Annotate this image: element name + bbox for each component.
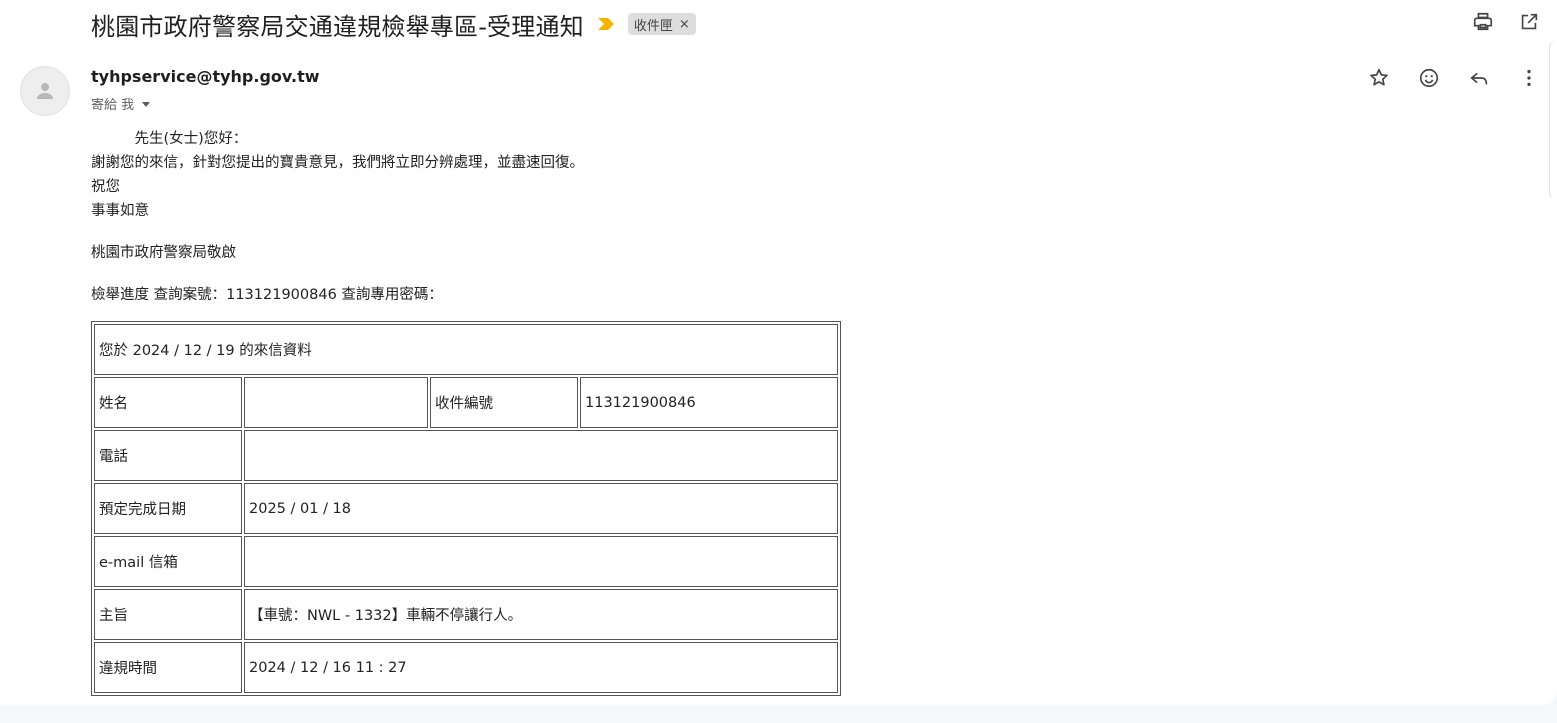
star-icon[interactable] <box>1367 66 1391 90</box>
inbox-label-chip[interactable]: 收件匣 × <box>627 13 696 35</box>
phone-label: 電話 <box>94 430 242 481</box>
email-view: 桃園市政府警察局交通違規檢舉專區-受理通知 收件匣 × tyhpservice@… <box>0 0 1557 705</box>
phone-value <box>244 430 838 481</box>
progress-line: 檢舉進度 查詢案號：113121900846 查詢專用密碼： <box>91 287 443 303</box>
message-actions <box>1367 66 1541 90</box>
emoji-reaction-icon[interactable] <box>1417 66 1441 90</box>
open-in-new-window-icon[interactable] <box>1517 10 1541 34</box>
table-header: 您於 2024 / 12 / 19 的來信資料 <box>94 324 838 375</box>
top-actions <box>1471 10 1541 34</box>
name-label: 姓名 <box>94 377 242 428</box>
due-label: 預定完成日期 <box>94 483 242 534</box>
reply-icon[interactable] <box>1467 66 1491 90</box>
avatar[interactable] <box>20 66 70 116</box>
table-row: 違規時間 2024 / 12 / 16 11 : 27 <box>94 642 838 693</box>
sender-email[interactable]: tyhpservice@tyhp.gov.tw <box>91 67 320 86</box>
label-remove-button[interactable]: × <box>679 17 690 32</box>
due-value: 2025 / 01 / 18 <box>244 483 838 534</box>
table-row: 預定完成日期 2025 / 01 / 18 <box>94 483 838 534</box>
dropdown-arrow-icon[interactable] <box>140 98 152 110</box>
submission-table: 您於 2024 / 12 / 19 的來信資料 姓名 收件編號 11312190… <box>91 321 841 696</box>
label-text: 收件匣 <box>633 18 673 34</box>
table-row: e-mail 信箱 <box>94 536 838 587</box>
table-row: 電話 <box>94 430 838 481</box>
importance-marker-icon[interactable] <box>596 16 616 32</box>
body-line: 謝謝您的來信，針對您提出的寶貴意見，我們將立即分辨處理，並盡速回復。 <box>91 155 584 171</box>
time-value: 2024 / 12 / 16 11 : 27 <box>244 642 838 693</box>
name-value <box>244 377 428 428</box>
subject-value: 【車號：NWL - 1332】車輛不停讓行人。 <box>244 589 838 640</box>
recipient-text: 寄給 我 <box>91 98 135 113</box>
greeting: 先生(女士)您好： <box>91 131 248 147</box>
signature: 桃園市政府警察局敬啟 <box>91 245 236 261</box>
body-line: 事事如意 <box>91 203 149 219</box>
case-label: 收件編號 <box>430 377 578 428</box>
time-label: 違規時間 <box>94 642 242 693</box>
email-body: 先生(女士)您好： 謝謝您的來信，針對您提出的寶貴意見，我們將立即分辨處理，並盡… <box>91 127 584 307</box>
table-row: 主旨 【車號：NWL - 1332】車輛不停讓行人。 <box>94 589 838 640</box>
table-row: 姓名 收件編號 113121900846 <box>94 377 838 428</box>
email-label: e-mail 信箱 <box>94 536 242 587</box>
print-icon[interactable] <box>1471 10 1495 34</box>
side-panel-edge[interactable] <box>1549 40 1557 200</box>
email-value <box>244 536 838 587</box>
subject-label: 主旨 <box>94 589 242 640</box>
subject-row: 桃園市政府警察局交通違規檢舉專區-受理通知 收件匣 × <box>91 6 696 42</box>
body-line: 祝您 <box>91 179 120 195</box>
case-value: 113121900846 <box>580 377 838 428</box>
email-subject: 桃園市政府警察局交通違規檢舉專區-受理通知 <box>91 12 584 41</box>
table-row: 您於 2024 / 12 / 19 的來信資料 <box>94 324 838 375</box>
recipient-line: 寄給 我 <box>91 94 152 113</box>
more-vertical-icon[interactable] <box>1517 66 1541 90</box>
person-icon <box>37 83 53 99</box>
